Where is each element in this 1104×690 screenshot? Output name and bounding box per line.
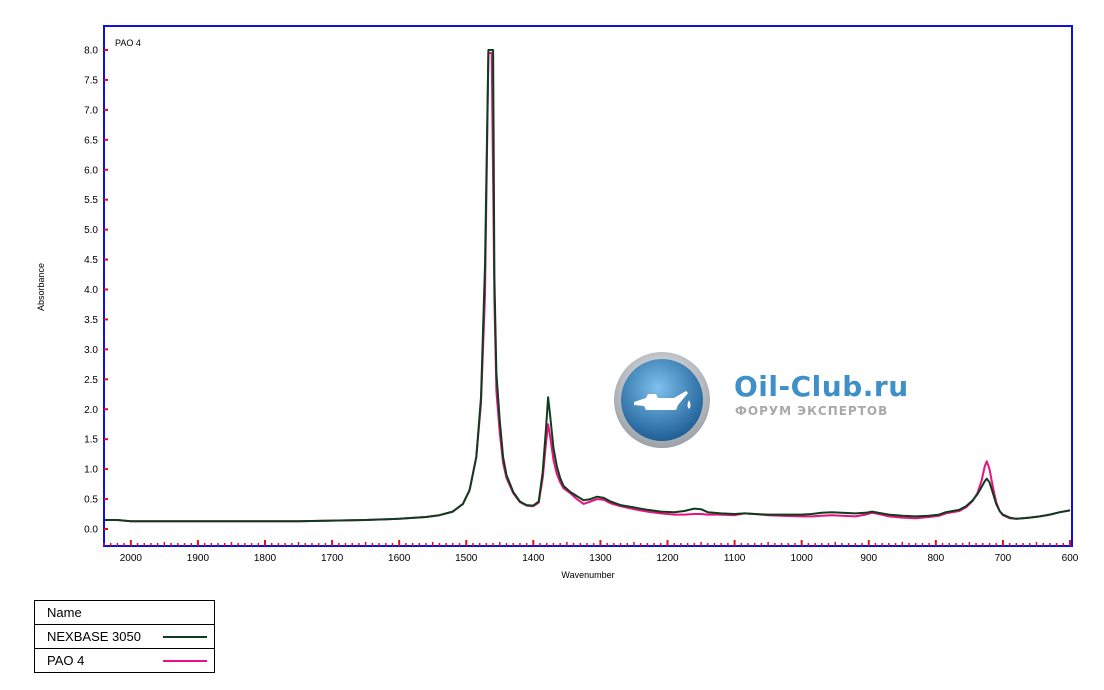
x-tick-label: 1500	[455, 553, 478, 564]
x-tick-label: 1900	[187, 553, 210, 564]
y-tick-label: 5.0	[84, 225, 98, 236]
legend: Name NEXBASE 3050 PAO 4	[34, 600, 215, 673]
legend-item[interactable]: NEXBASE 3050	[35, 625, 214, 649]
y-tick-label: 7.0	[84, 105, 98, 116]
legend-item[interactable]: PAO 4	[35, 649, 214, 672]
panel-title: PAO 4	[115, 38, 141, 48]
x-tick-label: 1700	[321, 553, 344, 564]
legend-swatch	[163, 660, 207, 662]
x-tick-label: 700	[995, 553, 1012, 564]
legend-item-label: PAO 4	[47, 653, 85, 668]
legend-swatch	[163, 636, 207, 638]
series-line-pao-4	[105, 52, 1071, 523]
watermark-subtitle: ФОРУМ ЭКСПЕРТОВ	[735, 404, 889, 418]
x-tick-label: 1200	[656, 553, 679, 564]
x-tick-label: 1300	[589, 553, 612, 564]
x-tick-label: 1100	[724, 553, 746, 564]
y-tick-label: 0.0	[84, 525, 98, 536]
y-tick-label: 4.5	[84, 255, 98, 266]
y-tick-label: 3.0	[84, 345, 98, 356]
series-line-nexbase-3050	[105, 49, 1071, 523]
y-tick-label: 3.5	[84, 315, 98, 326]
legend-item-label: NEXBASE 3050	[47, 629, 141, 644]
x-tick-label: 2000	[120, 553, 143, 564]
y-tick-label: 2.5	[84, 375, 98, 386]
x-tick-label: 800	[927, 553, 944, 564]
y-tick-label: 1.5	[84, 435, 98, 446]
legend-header: Name	[35, 601, 214, 625]
x-tick-label: 600	[1062, 553, 1079, 564]
watermark-title: Oil-Club.ru	[734, 370, 909, 403]
oil-can-icon	[614, 352, 710, 448]
spectrum-chart: 0.0 0.5 1.0 1.5 2.0 2.5 3.0 3.5 4.0 4.5 5.0 5.5 6.0 6…	[36, 25, 1079, 580]
x-tick-label: 1000	[791, 553, 814, 564]
x-tick-label: 1400	[522, 553, 545, 564]
x-tick-label: 1800	[254, 553, 277, 564]
y-tick-label: 5.5	[84, 195, 98, 206]
y-tick-label: 1.0	[84, 465, 98, 476]
y-tick-label: 7.5	[84, 75, 98, 86]
y-tick-label: 6.5	[84, 135, 98, 146]
y-tick-label: 2.0	[84, 405, 98, 416]
plot-frame	[103, 25, 1073, 547]
series-layer	[105, 49, 1071, 523]
y-tick-label: 0.5	[84, 495, 98, 506]
y-axis-title: Absorbance	[36, 263, 46, 311]
y-tick-label: 4.0	[84, 285, 98, 296]
y-tick-label: 6.0	[84, 165, 98, 176]
oil-club-watermark: Oil-Club.ru ФОРУМ ЭКСПЕРТОВ	[612, 352, 912, 452]
x-axis-title: Wavenumber	[561, 570, 614, 580]
y-tick-label: 8.0	[84, 46, 98, 57]
x-tick-label: 1600	[388, 553, 411, 564]
x-axis: 2000 1900 1800 1700 1600 1500 1400 1300 1200 1100…	[103, 540, 1079, 564]
x-tick-label: 900	[860, 553, 877, 564]
